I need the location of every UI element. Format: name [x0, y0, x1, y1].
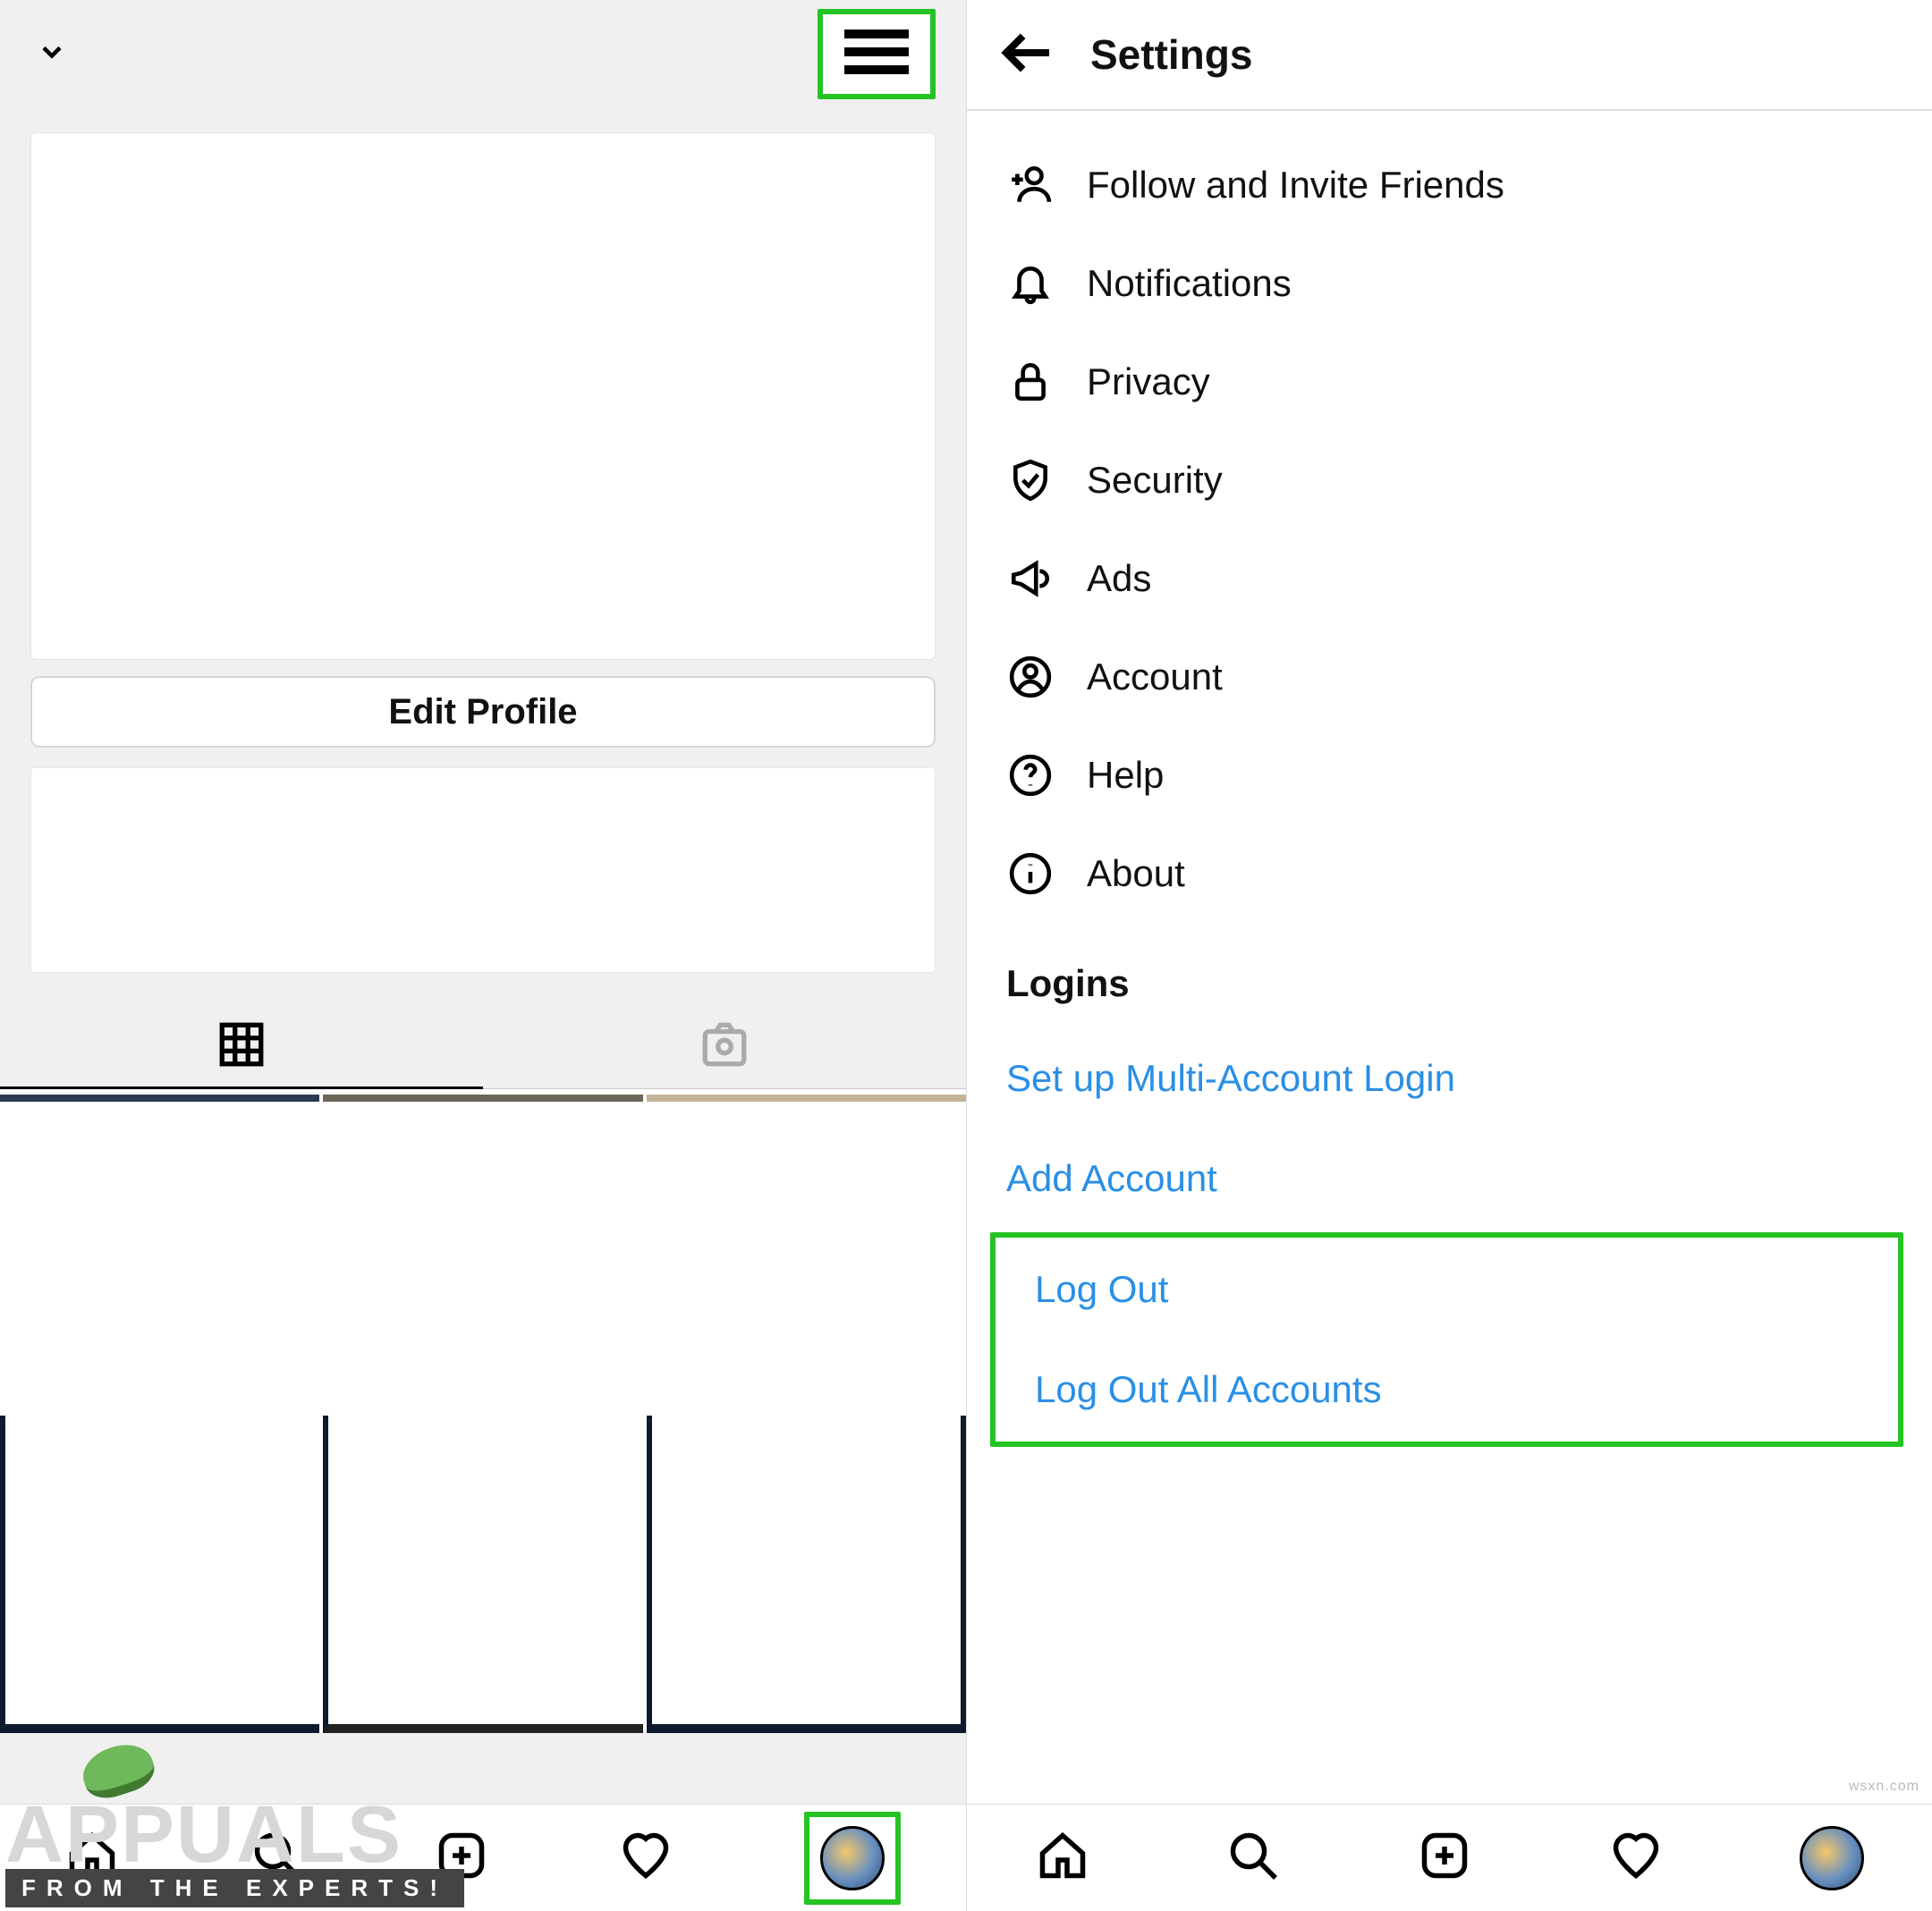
search-icon: [1226, 1829, 1280, 1882]
nav-profile-avatar[interactable]: [1800, 1826, 1864, 1890]
chevron-down-icon: [36, 36, 68, 72]
settings-item-label: Notifications: [1087, 262, 1292, 305]
bell-icon: [1006, 261, 1055, 306]
post-thumbnail[interactable]: [323, 1416, 642, 1733]
heart-icon: [1609, 1829, 1663, 1882]
nav-activity[interactable]: [1609, 1829, 1663, 1887]
nav-profile-avatar[interactable]: [820, 1826, 885, 1890]
grid-icon: [216, 1019, 267, 1070]
post-thumbnail[interactable]: [0, 1416, 319, 1733]
tab-tagged[interactable]: [483, 1000, 966, 1088]
settings-item-label: Ads: [1087, 557, 1151, 600]
nav-search[interactable]: [1226, 1829, 1280, 1887]
profile-screen: Edit Profile: [0, 0, 966, 1911]
link-log-out-all[interactable]: Log Out All Accounts: [996, 1340, 1898, 1440]
settings-item-follow-invite[interactable]: Follow and Invite Friends: [967, 136, 1932, 234]
post-thumbnail[interactable]: [323, 1095, 642, 1412]
settings-item-account[interactable]: Account: [967, 628, 1932, 726]
post-thumbnail[interactable]: [0, 1095, 319, 1412]
post-thumbnail[interactable]: [647, 1416, 966, 1733]
settings-topbar: Settings: [967, 0, 1932, 111]
settings-item-about[interactable]: About: [967, 824, 1932, 923]
tab-grid[interactable]: [0, 1000, 483, 1088]
home-icon: [1036, 1829, 1089, 1882]
back-button[interactable]: [999, 24, 1056, 86]
post-thumbnail[interactable]: [647, 1095, 966, 1412]
settings-item-label: Security: [1087, 459, 1223, 502]
nav-activity[interactable]: [619, 1829, 673, 1887]
nav-home[interactable]: [1036, 1829, 1089, 1887]
settings-item-label: Account: [1087, 655, 1223, 698]
watermark-brand: APPUALS: [5, 1789, 464, 1881]
settings-item-label: Follow and Invite Friends: [1087, 164, 1504, 207]
settings-screen: Settings Follow and Invite Friends Notif…: [966, 0, 1932, 1911]
settings-item-privacy[interactable]: Privacy: [967, 333, 1932, 431]
edit-profile-button[interactable]: Edit Profile: [30, 676, 936, 748]
profile-header-card: [30, 132, 936, 660]
settings-item-help[interactable]: Help: [967, 726, 1932, 824]
settings-item-notifications[interactable]: Notifications: [967, 234, 1932, 333]
shield-check-icon: [1006, 458, 1055, 503]
settings-item-label: Help: [1087, 754, 1164, 797]
posts-grid[interactable]: [0, 1089, 966, 1733]
settings-item-label: Privacy: [1087, 360, 1210, 403]
bottom-nav-right: [967, 1804, 1932, 1911]
attribution: wsxn.com: [1849, 1779, 1919, 1795]
settings-list: Follow and Invite Friends Notifications …: [967, 111, 1932, 1447]
settings-item-ads[interactable]: Ads: [967, 529, 1932, 628]
profile-tabs: [0, 1000, 966, 1089]
hamburger-highlight: [818, 9, 936, 99]
watermark-tagline: FROM THE EXPERTS!: [5, 1869, 464, 1907]
story-highlights: [30, 767, 936, 973]
help-icon: [1006, 753, 1055, 798]
settings-item-label: About: [1087, 852, 1185, 895]
hamburger-menu-icon[interactable]: [841, 65, 912, 80]
profile-topbar: [0, 0, 966, 107]
settings-item-security[interactable]: Security: [967, 431, 1932, 529]
link-add-account[interactable]: Add Account: [967, 1129, 1932, 1229]
info-icon: [1006, 851, 1055, 896]
logins-header: Logins: [967, 923, 1932, 1028]
link-multi-account[interactable]: Set up Multi-Account Login: [967, 1028, 1932, 1129]
logout-highlight: Log Out Log Out All Accounts: [990, 1232, 1903, 1447]
heart-icon: [619, 1829, 673, 1882]
profile-tab-highlight: [804, 1812, 901, 1905]
watermark: APPUALS FROM THE EXPERTS!: [5, 1789, 464, 1907]
tagged-icon: [699, 1019, 750, 1070]
account-icon: [1006, 655, 1055, 699]
plus-square-icon: [1418, 1829, 1471, 1882]
nav-new-post[interactable]: [1418, 1829, 1471, 1887]
lock-icon: [1006, 359, 1055, 404]
settings-title: Settings: [1090, 30, 1252, 79]
arrow-left-icon: [999, 24, 1056, 81]
edit-profile-label: Edit Profile: [388, 692, 577, 732]
person-add-icon: [1006, 163, 1055, 207]
link-log-out[interactable]: Log Out: [996, 1239, 1898, 1340]
megaphone-icon: [1006, 556, 1055, 601]
account-switcher[interactable]: [36, 36, 68, 72]
